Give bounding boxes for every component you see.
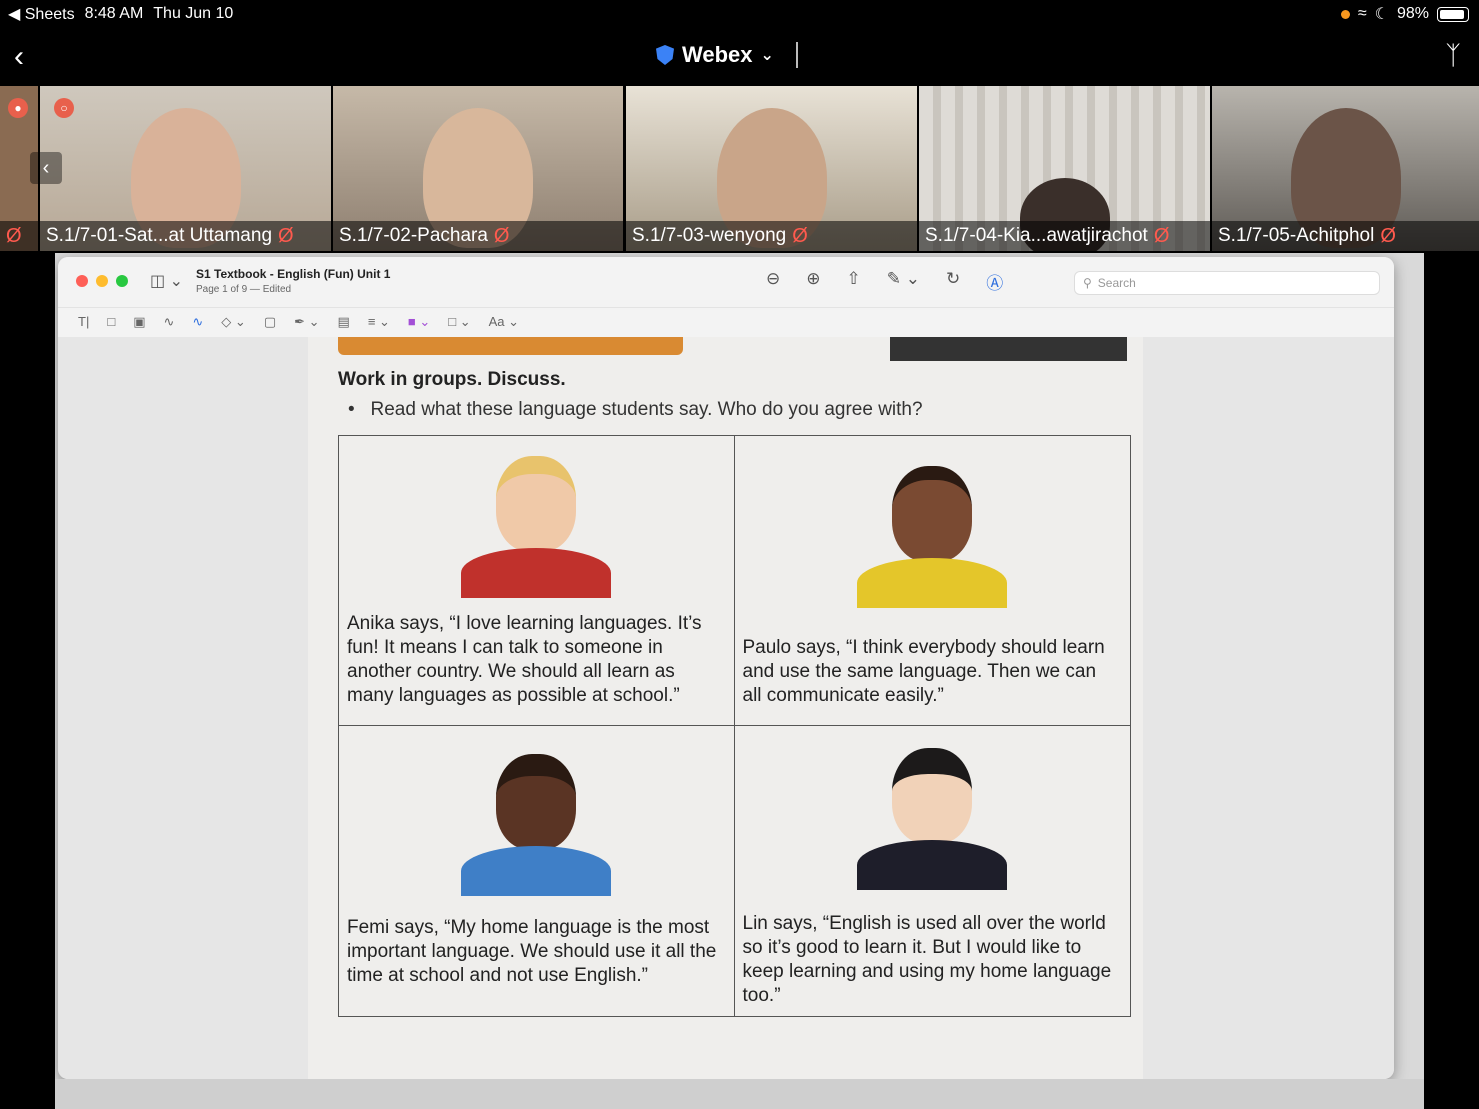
status-bar: ◀ Sheets 8:48 AM Thu Jun 10 ≈ ☾ 98%: [0, 0, 1479, 28]
student-quote: Paulo says, “I think everybody should le…: [742, 637, 1105, 706]
participant-name-bar: S.1/7-05-Achitphol Ø: [1212, 221, 1479, 251]
document-viewer[interactable]: Work in groups. Discuss. • Read what the…: [58, 337, 1394, 1079]
participant-tile[interactable]: S.1/7-05-Achitphol Ø: [1212, 86, 1479, 251]
border-color-icon[interactable]: ■ ⌄: [408, 314, 430, 330]
recording-icon: ●: [8, 98, 28, 118]
chevron-down-icon: ⌄: [760, 47, 774, 64]
shared-screen: ◫ ⌄ S1 Textbook - English (Fun) Unit 1 P…: [55, 253, 1424, 1109]
participant-tile[interactable]: S.1/7-02-Pachara Ø: [333, 86, 623, 251]
participant-tile[interactable]: S.1/7-04-Kia...awatjirachot Ø: [919, 86, 1210, 251]
meeting-title-menu[interactable]: Webex ⌄: [656, 42, 798, 68]
participant-name: S.1/7-02-Pachara: [339, 225, 488, 246]
wifi-icon: ≈: [1357, 5, 1367, 22]
fill-color-icon[interactable]: □ ⌄: [448, 314, 470, 330]
section-banner: [338, 337, 683, 355]
student-cell-lin: Lin says, “English is used all over the …: [735, 726, 1131, 1016]
participant-name-bar: S.1/7-03-wenyong Ø: [626, 221, 917, 251]
back-to-app-link[interactable]: ◀ Sheets: [8, 4, 75, 24]
participant-name-bar: S.1/7-02-Pachara Ø: [333, 221, 623, 251]
student-cell-paulo: Paulo says, “I think everybody should le…: [734, 436, 1130, 726]
participant-name: S.1/7-01-Sat...at Uttamang: [46, 225, 273, 246]
text-style-icon[interactable]: Aa ⌄: [489, 314, 519, 330]
status-date: Thu Jun 10: [153, 5, 234, 22]
instant-alpha-icon[interactable]: ▣: [133, 314, 145, 330]
title-divider: [795, 42, 798, 68]
student-quote: Femi says, “My home language is the most…: [347, 917, 717, 986]
document-subtitle: Page 1 of 9 — Edited: [196, 284, 292, 295]
shared-screen-footer: [55, 1079, 1424, 1109]
muted-mic-icon: Ø: [792, 224, 808, 247]
student-photo: [461, 448, 612, 598]
preview-titlebar: ◫ ⌄ S1 Textbook - English (Fun) Unit 1 P…: [58, 257, 1394, 307]
muted-mic-icon: Ø: [1380, 224, 1396, 247]
search-icon: ⚲: [1083, 276, 1092, 290]
meeting-header: ‹ Webex ⌄ ᛉ: [0, 28, 1479, 86]
meeting-title: Webex: [682, 42, 753, 67]
student-photo: [857, 458, 1008, 608]
student-quote: Anika says, “I love learning languages. …: [347, 613, 702, 706]
strip-previous-button[interactable]: ‹: [30, 152, 62, 184]
participant-tile[interactable]: S.1/7-03-wenyong Ø: [626, 86, 917, 251]
participant-tile[interactable]: ○ S.1/7-01-Sat...at Uttamang Ø: [40, 86, 331, 251]
mic-in-use-indicator: [1340, 9, 1350, 19]
recording-icon: ○: [54, 98, 74, 118]
textbook-page: Work in groups. Discuss. • Read what the…: [308, 337, 1143, 1079]
participant-name-bar: S.1/7-01-Sat...at Uttamang Ø: [40, 221, 331, 251]
task-bullet-text: Read what these language students say. W…: [370, 399, 923, 420]
sketch-icon[interactable]: ∿: [163, 314, 174, 330]
document-title: S1 Textbook - English (Fun) Unit 1: [196, 267, 391, 281]
markup-pen-icon[interactable]: ✎ ⌄: [887, 269, 920, 294]
muted-mic-icon: Ø: [6, 224, 22, 247]
task-heading: Work in groups. Discuss.: [338, 369, 566, 390]
zoom-out-icon[interactable]: ⊖: [766, 269, 780, 294]
shapes-icon[interactable]: ◇ ⌄: [221, 314, 246, 330]
participant-name: S.1/7-05-Achitphol: [1218, 225, 1375, 246]
sidebar-toggle-icon[interactable]: ◫ ⌄: [150, 271, 183, 291]
battery-icon: [1437, 6, 1469, 22]
back-chevron-icon[interactable]: ‹: [14, 40, 24, 74]
note-icon[interactable]: ▤: [338, 314, 350, 330]
search-placeholder: Search: [1097, 276, 1136, 290]
preview-window: ◫ ⌄ S1 Textbook - English (Fun) Unit 1 P…: [58, 257, 1394, 1079]
zoom-window-button[interactable]: [116, 275, 128, 287]
student-cell-femi: Femi says, “My home language is the most…: [339, 726, 735, 1016]
student-quote: Lin says, “English is used all over the …: [742, 913, 1112, 1006]
participant-name-bar: Ø: [0, 221, 38, 251]
zoom-in-icon[interactable]: ⊕: [806, 269, 820, 294]
markup-toolbar-icon[interactable]: Ⓐ: [986, 269, 1003, 294]
participant-strip: ● Ø ○ S.1/7-01-Sat...at Uttamang Ø S.1/7…: [0, 86, 1479, 251]
student-photo: [461, 746, 612, 896]
minimize-window-button[interactable]: [96, 275, 108, 287]
students-grid: Anika says, “I love learning languages. …: [338, 435, 1131, 1017]
shield-icon: [656, 45, 674, 65]
status-time: 8:48 AM: [84, 5, 144, 22]
share-icon[interactable]: ⇧: [847, 269, 861, 294]
text-box-icon[interactable]: ▢: [264, 314, 276, 330]
participant-name: S.1/7-03-wenyong: [632, 225, 787, 246]
student-cell-anika: Anika says, “I love learning languages. …: [339, 436, 735, 726]
shape-style-icon[interactable]: ≡ ⌄: [368, 314, 390, 330]
rotate-icon[interactable]: ↻: [946, 269, 960, 294]
rect-selection-icon[interactable]: □: [107, 314, 115, 330]
moon-icon: ☾: [1374, 6, 1389, 23]
muted-mic-icon: Ø: [278, 224, 294, 247]
search-field[interactable]: ⚲ Search: [1074, 271, 1380, 295]
text-selection-icon[interactable]: T|: [78, 314, 89, 330]
bluetooth-icon[interactable]: ᛉ: [1445, 40, 1461, 71]
task-bullet: • Read what these language students say.…: [348, 399, 923, 420]
participant-name-bar: S.1/7-04-Kia...awatjirachot Ø: [919, 221, 1210, 251]
markup-toolbar: T| □ ▣ ∿ ∿ ◇ ⌄ ▢ ✒ ⌄ ▤ ≡ ⌄ ■ ⌄ □ ⌄ Aa ⌄: [58, 307, 1394, 339]
participant-name: S.1/7-04-Kia...awatjirachot: [925, 225, 1148, 246]
draw-icon[interactable]: ∿: [192, 314, 203, 330]
close-window-button[interactable]: [76, 275, 88, 287]
sign-icon[interactable]: ✒ ⌄: [294, 314, 319, 330]
battery-percent: 98%: [1396, 5, 1429, 22]
page-photo: [890, 337, 1127, 361]
muted-mic-icon: Ø: [493, 224, 510, 247]
student-photo: [857, 740, 1008, 890]
muted-mic-icon: Ø: [1153, 224, 1170, 247]
